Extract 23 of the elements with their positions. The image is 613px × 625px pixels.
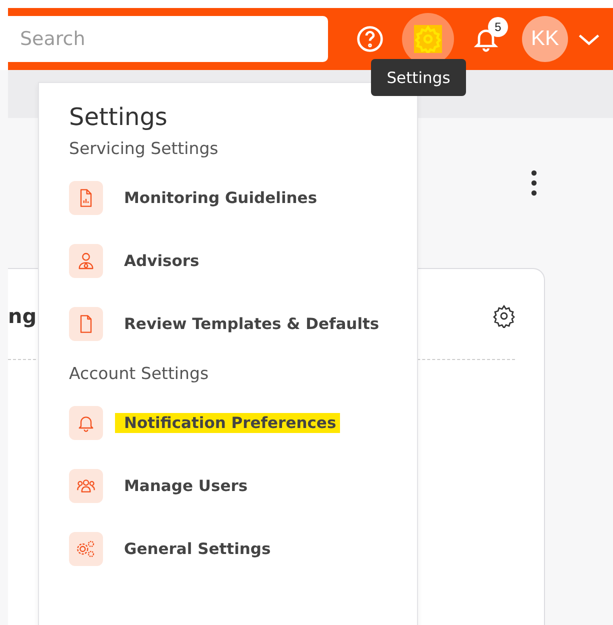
gears-icon bbox=[69, 532, 103, 566]
menu-item[interactable]: Notification Preferences bbox=[115, 412, 340, 432]
menu-item[interactable]: Review Templates & Defaults bbox=[122, 314, 384, 334]
tooltip: Settings bbox=[371, 59, 466, 96]
more-options-icon[interactable] bbox=[531, 170, 537, 196]
card-title: ng bbox=[8, 304, 37, 328]
bell-icon bbox=[69, 406, 103, 440]
document-icon bbox=[69, 306, 103, 340]
person-icon bbox=[69, 244, 103, 278]
menu-item[interactable]: Monitoring Guidelines bbox=[122, 188, 322, 208]
menu-title: Settings bbox=[69, 103, 168, 131]
notification-badge: 5 bbox=[488, 17, 508, 37]
menu-item[interactable]: General Settings bbox=[122, 538, 275, 558]
section-label: Servicing Settings bbox=[69, 139, 220, 160]
settings-icon bbox=[414, 25, 442, 53]
section-label: Account Settings bbox=[69, 364, 210, 385]
settings-icon[interactable] bbox=[492, 304, 516, 328]
menu-item[interactable]: Manage Users bbox=[122, 476, 252, 496]
help-icon bbox=[356, 25, 384, 53]
report-icon bbox=[69, 180, 103, 214]
menu-item[interactable]: Advisors bbox=[122, 250, 204, 270]
search-field[interactable]: Search bbox=[8, 16, 328, 62]
users-icon bbox=[69, 468, 103, 502]
